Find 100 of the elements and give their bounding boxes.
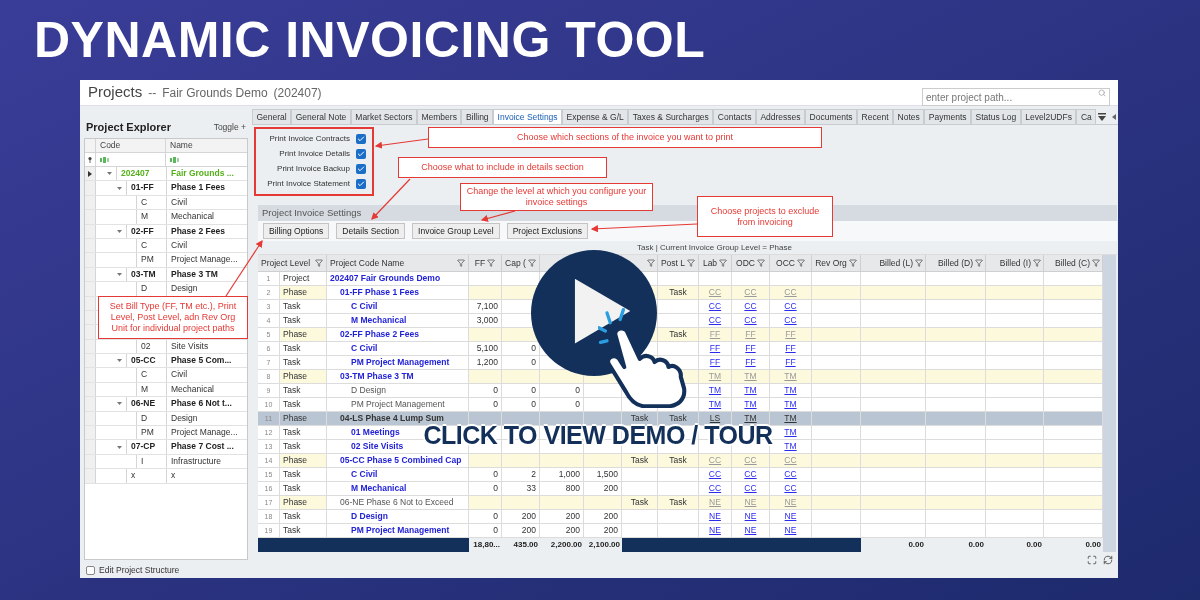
code-link[interactable]: CC bbox=[744, 483, 757, 493]
tree-name[interactable]: Mechanical bbox=[171, 383, 214, 394]
fullscreen-icon[interactable] bbox=[1087, 555, 1097, 565]
project-link[interactable]: 02-FF Phase 2 Fees bbox=[340, 329, 419, 339]
code-link[interactable]: TM bbox=[784, 427, 797, 437]
project-link[interactable]: M Mechanical bbox=[351, 315, 407, 325]
filter-icon[interactable] bbox=[915, 259, 923, 267]
dropdown-icon[interactable] bbox=[1098, 113, 1107, 121]
code-link[interactable]: TM bbox=[784, 441, 797, 451]
tree-code[interactable]: 06-NE bbox=[131, 398, 156, 409]
toolbar-button[interactable]: Invoice Group Level bbox=[412, 223, 500, 239]
tree-name[interactable]: Project Manage... bbox=[171, 254, 238, 265]
collapse-icon[interactable] bbox=[116, 186, 122, 190]
project-link[interactable]: C Civil bbox=[351, 301, 378, 311]
project-link[interactable]: M Mechanical bbox=[351, 483, 407, 493]
tree-name[interactable]: Phase 2 Fees bbox=[171, 225, 225, 236]
tab[interactable]: Billing bbox=[461, 109, 494, 124]
tree-name[interactable]: Civil bbox=[171, 369, 188, 380]
code-link[interactable]: TM bbox=[744, 413, 757, 423]
checkbox[interactable] bbox=[86, 565, 95, 575]
project-link[interactable]: 01-FF Phase 1 Fees bbox=[340, 287, 419, 297]
tree-code[interactable]: 07-CP bbox=[131, 441, 156, 452]
tab[interactable]: Notes bbox=[893, 109, 925, 124]
project-link[interactable]: 02 Site Visits bbox=[351, 441, 404, 451]
code-link[interactable]: FF bbox=[785, 343, 796, 353]
code-link[interactable]: NE bbox=[709, 511, 721, 521]
code-link[interactable]: TM bbox=[744, 385, 757, 395]
tree-name[interactable]: Phase 3 TM bbox=[171, 268, 218, 279]
tab[interactable]: Invoice Settings bbox=[493, 109, 563, 124]
checkbox[interactable] bbox=[356, 164, 366, 174]
code-link[interactable]: CC bbox=[744, 469, 757, 479]
tab[interactable]: Recent bbox=[857, 109, 893, 124]
tree-code[interactable]: 02 bbox=[141, 340, 151, 351]
code-link[interactable]: NE bbox=[744, 525, 757, 535]
tree-code[interactable]: C bbox=[141, 239, 148, 250]
project-link[interactable]: 01 Meetings bbox=[351, 427, 400, 437]
tab[interactable]: Market Sectors bbox=[350, 109, 417, 124]
code-link[interactable]: TM bbox=[744, 399, 757, 409]
filter-icon[interactable] bbox=[1033, 259, 1041, 267]
collapse-icon[interactable] bbox=[116, 229, 122, 233]
refresh-icon[interactable] bbox=[1103, 555, 1113, 565]
filter-icon[interactable] bbox=[756, 259, 765, 267]
tree-code[interactable]: 02-FF bbox=[131, 225, 154, 236]
code-link[interactable]: FF bbox=[785, 357, 796, 367]
tab[interactable]: Status Log bbox=[971, 109, 1021, 124]
code-link[interactable]: FF bbox=[709, 357, 721, 367]
collapse-icon[interactable] bbox=[116, 272, 122, 276]
collapse-icon[interactable] bbox=[106, 172, 112, 176]
code-link[interactable]: NE bbox=[709, 525, 721, 535]
checkbox[interactable] bbox=[356, 134, 366, 144]
code-link[interactable]: FF bbox=[745, 357, 756, 367]
tree-code[interactable]: PM bbox=[141, 254, 154, 265]
tab[interactable]: Contacts bbox=[713, 109, 756, 124]
collapse-icon[interactable] bbox=[116, 402, 122, 406]
code-link[interactable]: NE bbox=[784, 525, 797, 535]
tree-code[interactable]: x bbox=[131, 470, 136, 481]
row-selector[interactable] bbox=[85, 167, 96, 181]
code-link[interactable]: FF bbox=[745, 343, 756, 353]
search-field[interactable]: enter project path... bbox=[922, 88, 1110, 106]
code-link[interactable]: FF bbox=[709, 343, 721, 353]
collapse-icon[interactable] bbox=[116, 359, 122, 363]
collapse-icon[interactable] bbox=[116, 445, 122, 449]
filter-icon[interactable] bbox=[527, 259, 536, 267]
tree-name[interactable]: Phase 7 Cost ... bbox=[171, 441, 234, 452]
tree-name[interactable]: Phase 1 Fees bbox=[171, 182, 225, 193]
tab[interactable]: Expense & G/L bbox=[562, 109, 629, 124]
project-link[interactable]: C Civil bbox=[351, 343, 378, 353]
tree-name[interactable]: Site Visits bbox=[171, 340, 209, 351]
code-link[interactable]: TM bbox=[784, 413, 797, 423]
checkbox[interactable] bbox=[356, 149, 366, 159]
tree-code[interactable]: M bbox=[141, 211, 149, 222]
tree-code[interactable]: 01-FF bbox=[131, 182, 154, 193]
tab[interactable]: Ca bbox=[1076, 109, 1097, 124]
tree-code[interactable]: D bbox=[141, 283, 148, 294]
tree-name[interactable]: Design bbox=[171, 412, 198, 423]
tab[interactable]: Addresses bbox=[755, 109, 806, 124]
tree-name[interactable]: Mechanical bbox=[171, 211, 214, 222]
filter-icon[interactable] bbox=[457, 259, 465, 267]
tab[interactable]: Documents bbox=[805, 109, 858, 124]
code-link[interactable]: CC bbox=[708, 469, 722, 479]
tab[interactable]: Level2UDFs bbox=[1020, 109, 1077, 124]
code-link[interactable]: LS bbox=[709, 413, 721, 423]
toolbar-button[interactable]: Project Exclusions bbox=[506, 223, 589, 239]
filter-icon[interactable] bbox=[848, 259, 857, 267]
tree-code[interactable]: C bbox=[141, 369, 148, 380]
code-link[interactable]: CC bbox=[708, 315, 722, 325]
toolbar-button[interactable]: Billing Options bbox=[263, 223, 330, 239]
filter-icon[interactable] bbox=[100, 156, 109, 163]
filter-icon[interactable] bbox=[487, 259, 496, 267]
tab[interactable]: Taxes & Surcharges bbox=[628, 109, 714, 124]
toolbar-button[interactable]: Details Section bbox=[336, 223, 406, 239]
code-link[interactable]: TM bbox=[708, 399, 722, 409]
tree-code[interactable]: 03-TM bbox=[131, 268, 156, 279]
code-link[interactable]: CC bbox=[784, 315, 797, 325]
checkbox[interactable] bbox=[356, 179, 366, 189]
filter-icon[interactable] bbox=[719, 259, 728, 267]
filter-icon[interactable] bbox=[796, 259, 805, 267]
tree-code[interactable]: 05-CC bbox=[131, 355, 156, 366]
code-link[interactable]: CC bbox=[744, 315, 757, 325]
code-link[interactable]: CC bbox=[784, 483, 797, 493]
